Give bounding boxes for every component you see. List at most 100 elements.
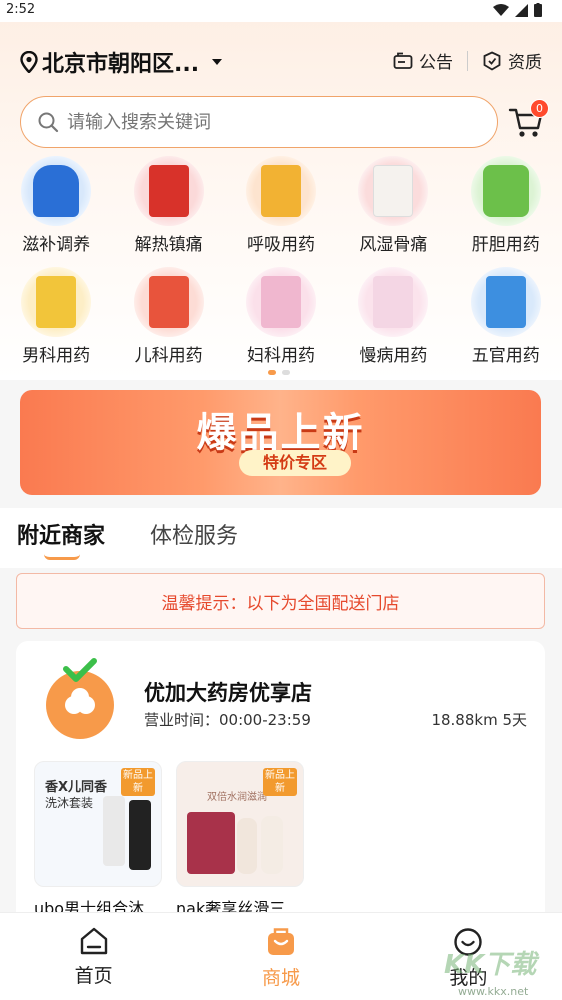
category-image (358, 156, 429, 226)
category-label: 风湿骨痛 (359, 235, 428, 255)
active-tab-indicator (44, 554, 80, 560)
location-pin-icon (20, 51, 38, 73)
home-icon (80, 927, 107, 955)
location-text: 北京市朝阳区... (42, 52, 200, 77)
product-box (373, 165, 414, 217)
cart-badge: 0 (530, 99, 549, 118)
announcement-icon (393, 52, 413, 69)
location-selector[interactable]: 北京市朝阳区... (20, 46, 231, 78)
category-item[interactable]: 男科用药 (4, 267, 108, 366)
qualification-label: 资质 (508, 53, 542, 73)
product-image: 双倍水润滋润 新品上新 (176, 761, 304, 887)
nav-shop[interactable]: 商城 (187, 913, 374, 1000)
header-divider (467, 50, 468, 71)
watermark-url: www.kkx.net (458, 985, 529, 998)
product-box (260, 276, 301, 328)
qualification-button[interactable]: 资质 (482, 48, 542, 73)
status-bar: 2:52 (0, 0, 562, 22)
product-can (33, 165, 80, 217)
new-product-tag: 新品上新 (263, 768, 297, 796)
status-time: 2:52 (6, 2, 36, 17)
category-image (21, 156, 92, 226)
category-image (133, 267, 204, 337)
notice-label: 公告 (419, 53, 453, 73)
tab-health-check[interactable]: 体检服务 (150, 518, 238, 550)
category-item[interactable]: 五官用药 (454, 267, 558, 366)
product-box (260, 165, 301, 217)
category-label: 解热镇痛 (134, 235, 203, 255)
product-bottle (261, 816, 283, 874)
notice-button[interactable]: 公告 (393, 48, 453, 73)
product-bottle (482, 165, 529, 217)
product-subline: 洗沐套装 (45, 796, 94, 810)
category-image (133, 156, 204, 226)
banner-subtitle: 特价专区 (239, 450, 351, 476)
product-box (148, 276, 189, 328)
category-grid: 滋补调养 解热镇痛 呼吸用药 风湿骨痛 肝胆用药 男科用药 儿科用药 妇科用药 … (0, 156, 562, 366)
watermark-logo: KK下载 (444, 950, 537, 980)
carousel-dot (282, 370, 290, 375)
status-icons (493, 3, 542, 17)
category-image (21, 267, 92, 337)
store-products: 香X儿同香 洗沐套装 新品上新 ubo男士组合沐 双倍水润滋润 新品上新 nak… (34, 761, 304, 919)
category-label: 呼吸用药 (246, 235, 315, 255)
nav-shop-label: 商城 (261, 967, 300, 989)
category-label: 肝胆用药 (471, 235, 540, 255)
search-input[interactable] (67, 111, 467, 133)
carousel-dot-active (268, 370, 276, 375)
store-logo (46, 658, 114, 739)
category-image (245, 156, 316, 226)
category-label: 滋补调养 (22, 235, 91, 255)
shop-bag-icon (267, 928, 294, 955)
qualification-shield-icon (483, 51, 501, 71)
category-image (245, 267, 316, 337)
product-box (485, 276, 526, 328)
store-hours: 营业时间：00:00-23:59 (144, 711, 311, 729)
new-product-tag: 新品上新 (121, 768, 155, 796)
store-distance: 18.88km 5天 (431, 711, 527, 729)
carousel-dots (268, 370, 290, 375)
nav-home-label: 首页 (74, 965, 113, 987)
product-headline: 香X儿同香 (45, 780, 108, 795)
store-tabs: 附近商家 体检服务 (0, 508, 562, 568)
product-box (373, 276, 414, 328)
category-item[interactable]: 滋补调养 (4, 156, 108, 255)
category-item[interactable]: 慢病用药 (341, 267, 445, 366)
category-item[interactable]: 妇科用药 (229, 267, 333, 366)
category-image (470, 267, 541, 337)
promo-banner[interactable]: 爆品上新 特价专区 (20, 390, 541, 495)
category-image (358, 267, 429, 337)
battery-icon (534, 3, 542, 17)
product-image: 香X儿同香 洗沐套装 新品上新 (34, 761, 162, 887)
product-bottle (237, 818, 257, 874)
category-label: 儿科用药 (134, 346, 203, 366)
store-name: 优加大药房优享店 (144, 681, 312, 705)
category-label: 五官用药 (471, 346, 540, 366)
category-item[interactable]: 风湿骨痛 (341, 156, 445, 255)
category-label: 男科用药 (22, 346, 91, 366)
category-item[interactable]: 儿科用药 (117, 267, 221, 366)
category-label: 慢病用药 (359, 346, 428, 366)
category-image (470, 156, 541, 226)
wifi-icon (493, 3, 509, 16)
product-card[interactable]: 香X儿同香 洗沐套装 新品上新 ubo男士组合沐 (34, 761, 162, 919)
product-headline: 双倍水润滋润 (207, 792, 267, 803)
product-bottle-black (129, 800, 151, 870)
signal-icon (515, 3, 528, 17)
product-bottle-white (103, 796, 125, 866)
product-gift-box (187, 812, 235, 874)
category-item[interactable]: 解热镇痛 (117, 156, 221, 255)
caret-down-icon (212, 59, 223, 65)
search-bar[interactable] (20, 96, 498, 148)
nav-home[interactable]: 首页 (0, 913, 187, 1000)
tab-nearby-stores[interactable]: 附近商家 (17, 518, 105, 550)
product-box (36, 276, 77, 328)
product-card[interactable]: 双倍水润滋润 新品上新 nak奢享丝滑三 (176, 761, 304, 919)
delivery-notice: 温馨提示：以下为全国配送门店 (16, 573, 545, 629)
product-box (148, 165, 189, 217)
category-label: 妇科用药 (246, 346, 315, 366)
store-card[interactable]: 优加大药房优享店 营业时间：00:00-23:59 18.88km 5天 香X儿… (16, 641, 545, 931)
category-item[interactable]: 肝胆用药 (454, 156, 558, 255)
category-item[interactable]: 呼吸用药 (229, 156, 333, 255)
search-icon (38, 112, 59, 133)
